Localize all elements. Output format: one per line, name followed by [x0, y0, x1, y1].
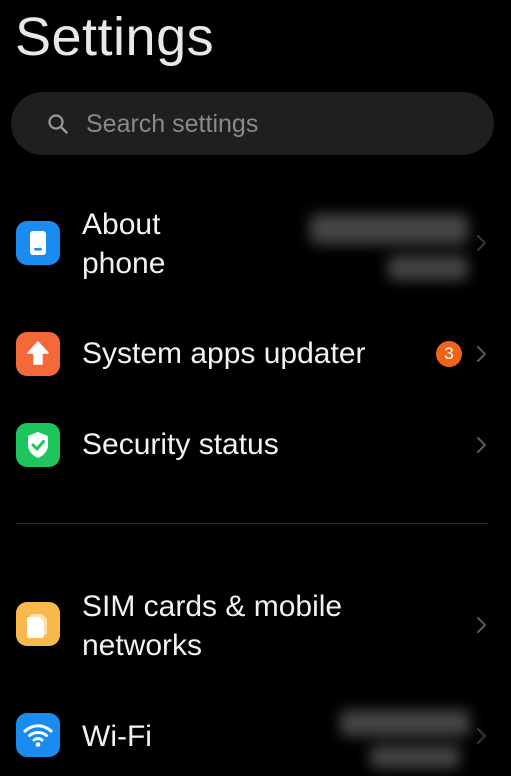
settings-item-about-phone[interactable]: About phone — [0, 200, 511, 286]
shield-check-icon — [16, 423, 60, 467]
about-phone-label: About phone — [82, 205, 165, 283]
security-status-label: Security status — [82, 428, 279, 461]
settings-item-security-status[interactable]: Security status — [0, 417, 511, 473]
search-placeholder: Search settings — [86, 110, 259, 138]
search-icon — [48, 114, 68, 134]
page-title: Settings — [15, 7, 215, 67]
settings-item-wifi[interactable]: Wi-Fi — [0, 700, 511, 776]
chevron-right-icon — [477, 617, 486, 633]
notification-badge: 3 — [436, 341, 462, 367]
search-bar[interactable]: Search settings — [11, 92, 494, 155]
wifi-label: Wi-Fi — [82, 720, 152, 753]
about-phone-label-line-2: phone — [82, 247, 166, 280]
arrow-up-icon — [16, 332, 60, 376]
phone-icon — [16, 221, 60, 265]
chevron-right-icon — [477, 346, 486, 362]
wifi-icon — [16, 713, 60, 757]
system-apps-updater-label: System apps updater — [82, 337, 366, 370]
sim-card-icon — [16, 602, 60, 646]
sim-cards-label-line-2: networks — [82, 629, 203, 662]
about-phone-redacted-value — [300, 206, 468, 280]
section-divider — [16, 523, 488, 524]
chevron-right-icon — [477, 437, 486, 453]
settings-item-system-apps-updater[interactable]: System apps updater 3 — [0, 326, 511, 382]
wifi-redacted-value — [330, 702, 470, 768]
settings-item-sim-cards[interactable]: SIM cards & mobile networks — [0, 583, 511, 669]
sim-cards-label: SIM cards & mobile networks — [82, 587, 342, 665]
sim-cards-label-line-1: SIM cards & mobile — [82, 590, 343, 623]
chevron-right-icon — [477, 728, 486, 744]
chevron-right-icon — [477, 235, 486, 251]
about-phone-label-line-1: About — [82, 208, 161, 241]
